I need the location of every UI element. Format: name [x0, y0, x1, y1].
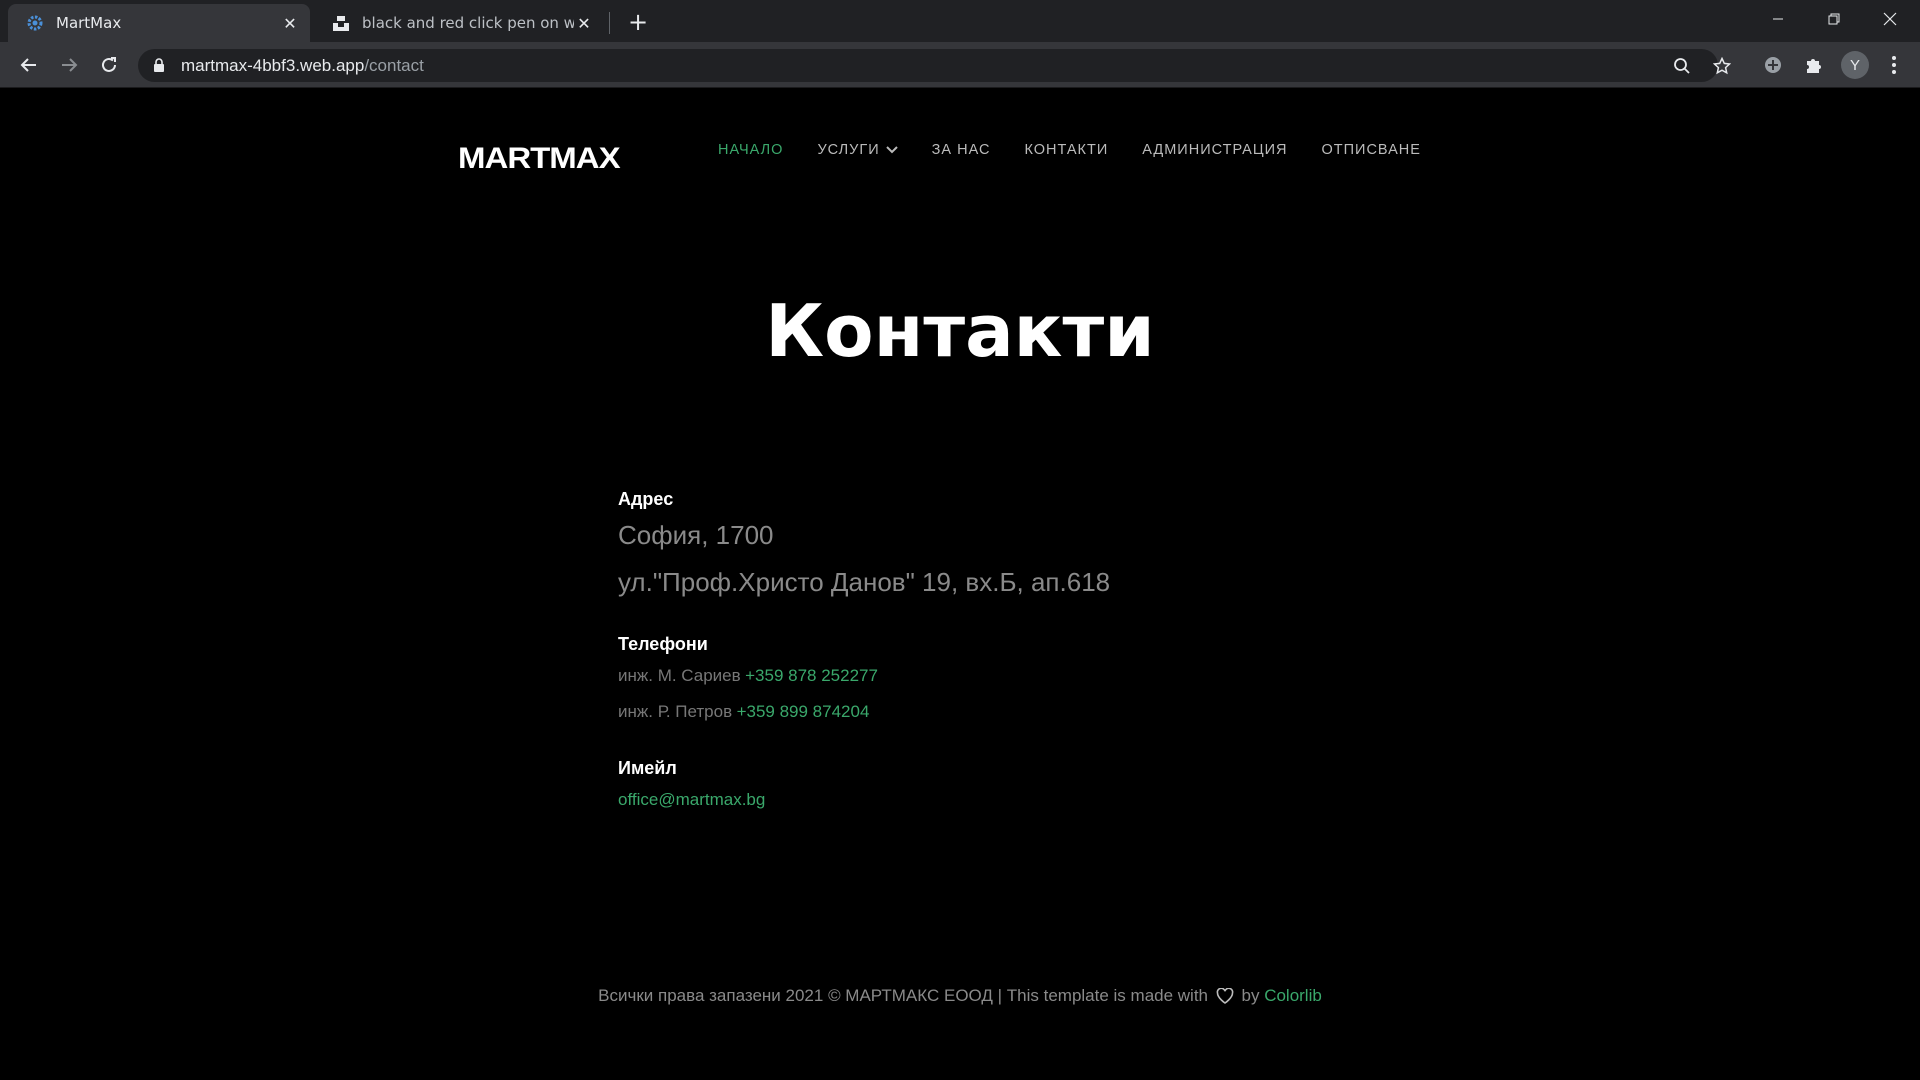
- footer-by: by: [1241, 986, 1260, 1005]
- close-icon[interactable]: ✕: [280, 13, 300, 33]
- zoom-icon[interactable]: [1672, 56, 1692, 76]
- phone-row: инж. Р. Петров +359 899 874204: [618, 702, 1110, 722]
- profile-avatar[interactable]: Y: [1841, 51, 1869, 79]
- url-text: martmax-4bbf3.web.app/contact: [181, 56, 424, 76]
- tab-title: MartMax: [56, 14, 122, 32]
- url-path: /contact: [364, 55, 424, 75]
- nav-label: КОНТАКТИ: [1024, 142, 1109, 158]
- address-bar[interactable]: martmax-4bbf3.web.app/contact: [138, 49, 1731, 82]
- email-label: Имейл: [618, 758, 677, 778]
- nav-label: ОТПИСВАНЕ: [1321, 142, 1421, 158]
- contact-info: Адрес София, 1700 ул."Проф.Христо Данов"…: [618, 489, 1110, 810]
- browser-toolbar: martmax-4bbf3.web.app/contact Y: [0, 42, 1920, 88]
- address-street: ул."Проф.Христо Данов" 19, вх.Б, ап.618: [618, 567, 1111, 597]
- page-title: Контакти: [765, 289, 1155, 373]
- url-host: martmax-4bbf3.web.app: [181, 55, 365, 75]
- footer-copyright: Всички права запазени 2021 © МАРТМАКС ЕО…: [598, 986, 1209, 1005]
- phones-label: Телефони: [618, 634, 708, 654]
- extension-icon[interactable]: [1761, 53, 1785, 77]
- phone-person: инж. Р. Петров: [618, 702, 733, 721]
- chevron-down-icon: [885, 146, 898, 154]
- close-icon[interactable]: ✕: [574, 13, 594, 33]
- gear-icon: [26, 14, 44, 32]
- lock-icon: [153, 57, 167, 74]
- browser-tabstrip: MartMax ✕ black and red click pen on whi…: [0, 0, 1920, 42]
- restore-button[interactable]: [1806, 0, 1862, 38]
- minimize-button[interactable]: [1750, 0, 1806, 38]
- close-window-button[interactable]: [1862, 0, 1918, 38]
- address-city: София, 1700: [618, 520, 774, 550]
- site-logo[interactable]: MARTMAX: [458, 141, 621, 175]
- phone-person: инж. М. Сариев: [618, 666, 741, 685]
- nav-item-unsubscribe[interactable]: ОТПИСВАНЕ: [1321, 142, 1420, 158]
- nav-label: УСЛУГИ: [817, 142, 880, 158]
- colorlib-link[interactable]: Colorlib: [1264, 986, 1322, 1005]
- tab-separator: [609, 12, 610, 34]
- nav-item-about[interactable]: ЗА НАС: [932, 142, 991, 158]
- address-label: Адрес: [618, 489, 674, 509]
- nav-item-home[interactable]: НАЧАЛО: [718, 142, 783, 158]
- forward-button[interactable]: [54, 50, 84, 80]
- phone-row: инж. М. Сариев +359 878 252277: [618, 666, 1110, 686]
- nav-label: НАЧАЛО: [718, 142, 784, 158]
- phone-link[interactable]: +359 878 252277: [745, 666, 878, 685]
- extensions-puzzle-icon[interactable]: [1802, 53, 1826, 77]
- back-button[interactable]: [14, 50, 44, 80]
- nav-item-administration[interactable]: АДМИНИСТРАЦИЯ: [1142, 142, 1287, 158]
- nav-item-contacts[interactable]: КОНТАКТИ: [1024, 142, 1108, 158]
- tab-title: black and red click pen on white: [362, 14, 574, 32]
- main-nav: НАЧАЛО УСЛУГИ ЗА НАС КОНТАКТИ АДМИНИСТРА…: [718, 142, 1455, 158]
- nav-label: ЗА НАС: [931, 142, 991, 158]
- new-tab-button[interactable]: +: [625, 10, 651, 36]
- phone-link[interactable]: +359 899 874204: [737, 702, 870, 721]
- nav-item-services[interactable]: УСЛУГИ: [817, 142, 898, 158]
- tab-martmax[interactable]: MartMax ✕: [8, 4, 310, 42]
- page-content: MARTMAX НАЧАЛО УСЛУГИ ЗА НАС КОНТАКТИ АД…: [0, 89, 1920, 1080]
- bookmark-star-icon[interactable]: [1712, 56, 1732, 76]
- reload-button[interactable]: [94, 50, 124, 80]
- footer: Всички права запазени 2021 © МАРТМАКС ЕО…: [0, 986, 1920, 1009]
- tab-unsplash[interactable]: black and red click pen on white ✕: [314, 4, 604, 42]
- menu-dots-icon[interactable]: [1882, 53, 1906, 77]
- email-link[interactable]: office@martmax.bg: [618, 790, 765, 809]
- nav-label: АДМИНИСТРАЦИЯ: [1142, 142, 1288, 158]
- unsplash-icon: [332, 14, 350, 32]
- heart-icon: [1216, 987, 1234, 1009]
